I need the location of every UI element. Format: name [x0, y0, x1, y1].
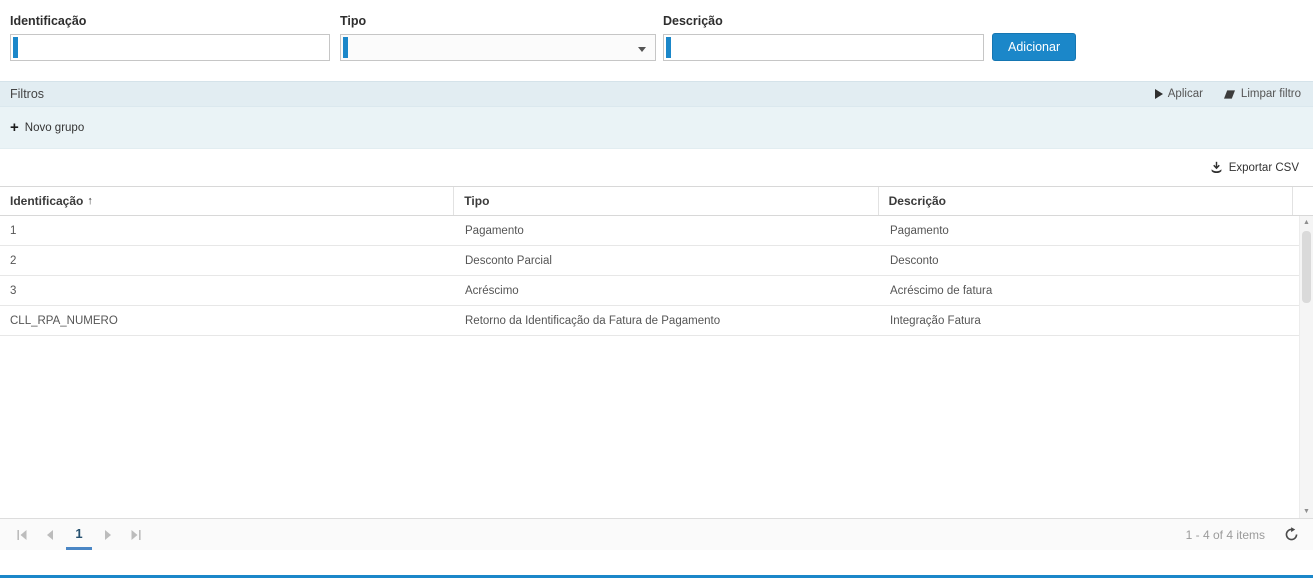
aplicar-button[interactable]: Aplicar [1155, 88, 1203, 100]
novo-grupo-label: Novo grupo [25, 122, 84, 134]
cell-descricao: Desconto [880, 255, 1280, 267]
data-grid: Identificação ↑ Tipo Descrição 1 Pagamen… [0, 186, 1313, 550]
filters-title: Filtros [10, 87, 44, 101]
cell-tipo: Retorno da Identificação da Fatura de Pa… [455, 315, 880, 327]
first-page-button[interactable] [8, 521, 36, 549]
required-indicator [343, 37, 348, 58]
first-page-icon [16, 529, 28, 541]
tipo-select[interactable] [340, 34, 656, 61]
cell-identificacao: CLL_RPA_NUMERO [0, 315, 455, 327]
tipo-label: Tipo [340, 14, 656, 28]
limpar-filtro-button[interactable]: Limpar filtro [1223, 88, 1301, 100]
download-icon [1210, 161, 1223, 174]
identificacao-input[interactable] [11, 35, 329, 60]
cell-tipo: Pagamento [455, 225, 880, 237]
filters-bar: Filtros Aplicar Limpar filtro [0, 81, 1313, 107]
scrollbar-thumb[interactable] [1302, 231, 1311, 303]
column-header-label: Descrição [889, 194, 946, 208]
grid-header: Identificação ↑ Tipo Descrição [0, 187, 1313, 216]
filters-body: + Novo grupo [0, 107, 1313, 149]
vertical-scrollbar[interactable]: ▲ ▼ [1299, 216, 1313, 518]
last-page-button[interactable] [122, 521, 150, 549]
cell-identificacao: 2 [0, 255, 455, 267]
grid-body: 1 Pagamento Pagamento 2 Desconto Parcial… [0, 216, 1313, 518]
cell-descricao: Integração Fatura [880, 315, 1280, 327]
novo-grupo-button[interactable]: + Novo grupo [10, 120, 84, 135]
page-number-current[interactable]: 1 [66, 519, 92, 550]
descricao-label: Descrição [663, 14, 984, 28]
exportar-csv-label: Exportar CSV [1229, 162, 1299, 174]
identificacao-label: Identificação [10, 14, 330, 28]
apply-play-icon [1155, 89, 1163, 99]
aplicar-label: Aplicar [1168, 88, 1203, 100]
plus-icon: + [10, 120, 19, 135]
column-header-descricao[interactable]: Descrição [879, 187, 1293, 215]
pager-buttons: 1 [8, 519, 150, 550]
grid-rows: 1 Pagamento Pagamento 2 Desconto Parcial… [0, 216, 1299, 336]
filters-actions: Aplicar Limpar filtro [1155, 88, 1301, 100]
pager-status: 1 - 4 of 4 items [1186, 525, 1301, 545]
pager: 1 1 - 4 of 4 items [0, 518, 1313, 550]
cell-tipo: Acréscimo [455, 285, 880, 297]
cell-identificacao: 3 [0, 285, 455, 297]
exportar-csv-button[interactable]: Exportar CSV [1210, 161, 1299, 174]
column-header-identificacao[interactable]: Identificação ↑ [0, 187, 454, 215]
table-row[interactable]: CLL_RPA_NUMERO Retorno da Identificação … [0, 306, 1299, 336]
refresh-icon [1284, 527, 1299, 542]
scroll-down-icon[interactable]: ▼ [1300, 505, 1313, 518]
identificacao-input-wrap[interactable] [10, 34, 330, 61]
sort-ascending-icon: ↑ [87, 195, 93, 207]
table-row[interactable]: 1 Pagamento Pagamento [0, 216, 1299, 246]
previous-page-icon [44, 529, 56, 541]
cell-descricao: Pagamento [880, 225, 1280, 237]
column-header-label: Tipo [464, 194, 489, 208]
next-page-icon [102, 529, 114, 541]
tipo-field: Tipo [340, 14, 656, 61]
descricao-input[interactable] [664, 35, 983, 60]
table-row[interactable]: 2 Desconto Parcial Desconto [0, 246, 1299, 276]
limpar-filtro-label: Limpar filtro [1241, 88, 1301, 100]
chevron-down-icon [638, 47, 646, 52]
required-indicator [666, 37, 671, 58]
adicionar-button[interactable]: Adicionar [992, 33, 1076, 61]
clear-filter-icon [1223, 89, 1236, 100]
scroll-up-icon[interactable]: ▲ [1300, 216, 1313, 229]
descricao-field: Descrição [663, 14, 984, 61]
descricao-input-wrap[interactable] [663, 34, 984, 61]
cell-identificacao: 1 [0, 225, 455, 237]
pager-info-text: 1 - 4 of 4 items [1186, 528, 1265, 542]
next-page-button[interactable] [94, 521, 122, 549]
cell-descricao: Acréscimo de fatura [880, 285, 1280, 297]
header-scrollbar-spacer [1293, 187, 1313, 215]
refresh-button[interactable] [1281, 525, 1301, 545]
cell-tipo: Desconto Parcial [455, 255, 880, 267]
add-record-form: Identificação Tipo Descrição Adicionar [0, 0, 1313, 61]
identificacao-field: Identificação [10, 14, 330, 61]
column-header-label: Identificação [10, 194, 83, 208]
table-row[interactable]: 3 Acréscimo Acréscimo de fatura [0, 276, 1299, 306]
column-header-tipo[interactable]: Tipo [454, 187, 878, 215]
last-page-icon [130, 529, 142, 541]
required-indicator [13, 37, 18, 58]
previous-page-button[interactable] [36, 521, 64, 549]
export-row: Exportar CSV [0, 149, 1313, 186]
